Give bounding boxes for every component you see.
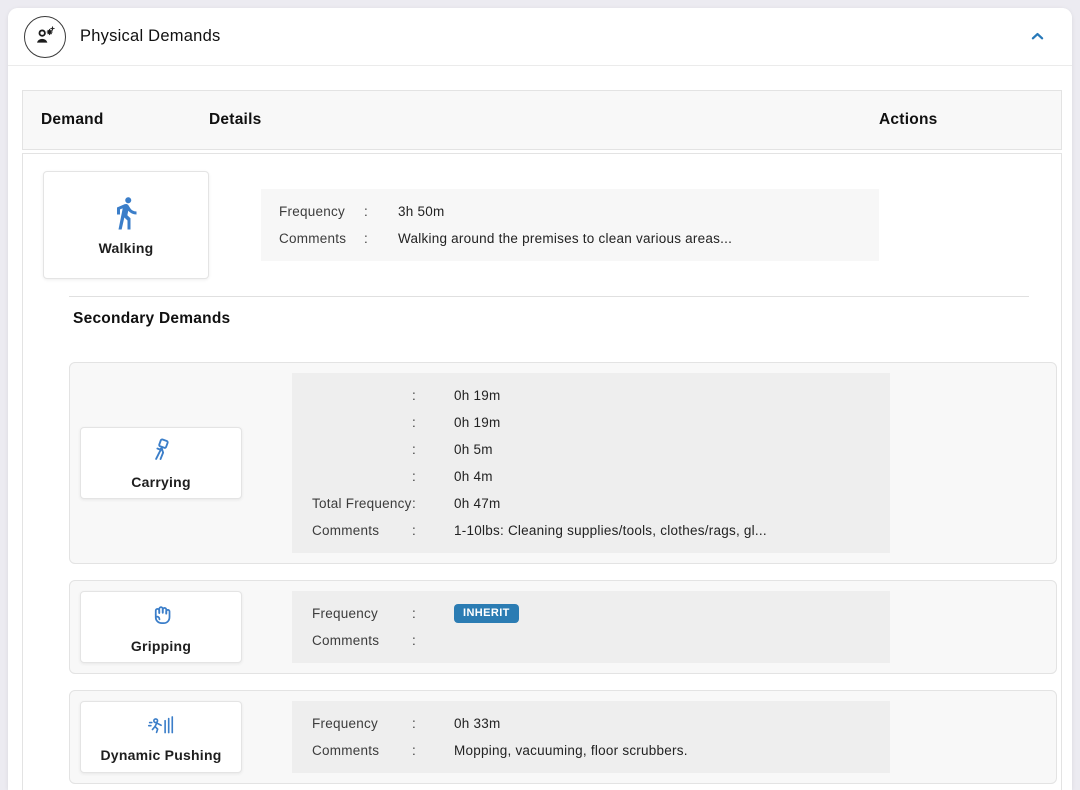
details-box-carrying: : 0h 19m : 0h 19m : 0h 5m bbox=[292, 373, 890, 553]
chevron-up-icon[interactable] bbox=[1029, 28, 1046, 45]
detail-value: 0h 19m bbox=[454, 388, 890, 403]
demand-tile-label: Gripping bbox=[131, 638, 191, 654]
section-content: Demand Details Actions Walking Fre bbox=[8, 66, 1072, 790]
colon: : bbox=[412, 388, 454, 403]
detail-row: : 0h 19m bbox=[312, 382, 890, 409]
detail-row: Total Frequency : 0h 47m bbox=[312, 490, 890, 517]
detail-label: Frequency bbox=[312, 606, 412, 621]
demand-tile-label: Carrying bbox=[131, 474, 191, 490]
colon: : bbox=[364, 204, 398, 219]
secondary-demand-dynamic-pushing: Dynamic Pushing Frequency : 0h 33m Comme… bbox=[69, 690, 1057, 784]
detail-value: 0h 5m bbox=[454, 442, 890, 457]
demand-tile-label: Walking bbox=[99, 240, 154, 256]
secondary-demand-gripping: Gripping Frequency : INHERIT Comments : bbox=[69, 580, 1057, 674]
detail-value: Walking around the premises to clean var… bbox=[398, 231, 879, 246]
demand-tile-gripping[interactable]: Gripping bbox=[80, 591, 242, 663]
detail-label: Frequency bbox=[312, 716, 412, 731]
gripping-icon bbox=[147, 601, 175, 629]
detail-row: : 0h 4m bbox=[312, 463, 890, 490]
detail-value: 0h 4m bbox=[454, 469, 890, 484]
table-body: Walking Frequency : 3h 50m Comments : Wa… bbox=[22, 153, 1062, 790]
colon: : bbox=[412, 633, 454, 648]
secondary-demand-carrying: Carrying : 0h 19m : 0h 19m bbox=[69, 362, 1057, 564]
detail-label: Comments bbox=[312, 633, 412, 648]
detail-row: Frequency : INHERIT bbox=[312, 600, 890, 627]
carrying-icon bbox=[147, 437, 175, 465]
physical-demands-panel: Physical Demands Demand Details Actions bbox=[8, 8, 1072, 790]
detail-row: : 0h 5m bbox=[312, 436, 890, 463]
colon: : bbox=[364, 231, 398, 246]
detail-row: Comments : Walking around the premises t… bbox=[279, 225, 879, 252]
details-box-dynamic-pushing: Frequency : 0h 33m Comments : Mopping, v… bbox=[292, 701, 890, 773]
detail-label: Comments bbox=[312, 743, 412, 758]
colon: : bbox=[412, 606, 454, 621]
detail-row: Comments : Mopping, vacuuming, floor scr… bbox=[312, 737, 890, 764]
detail-value: 0h 47m bbox=[454, 496, 890, 511]
table-header: Demand Details Actions bbox=[22, 90, 1062, 150]
secondary-demands-list: Carrying : 0h 19m : 0h 19m bbox=[69, 362, 1057, 790]
colon: : bbox=[412, 469, 454, 484]
demand-row-walking: Walking Frequency : 3h 50m Comments : Wa… bbox=[43, 171, 1035, 279]
column-header-actions: Actions bbox=[861, 111, 1061, 129]
column-header-details: Details bbox=[191, 111, 861, 129]
dynamic-pushing-icon bbox=[146, 712, 176, 738]
detail-value: Mopping, vacuuming, floor scrubbers. bbox=[454, 743, 890, 758]
colon: : bbox=[412, 523, 454, 538]
colon: : bbox=[412, 496, 454, 511]
inherit-badge: INHERIT bbox=[454, 604, 519, 623]
column-header-demand: Demand bbox=[23, 111, 191, 129]
detail-row: Frequency : 0h 33m bbox=[312, 710, 890, 737]
detail-value: 1-10lbs: Cleaning supplies/tools, clothe… bbox=[454, 523, 890, 538]
walking-icon bbox=[108, 195, 144, 231]
detail-value: 0h 19m bbox=[454, 415, 890, 430]
detail-row: Comments : 1-10lbs: Cleaning supplies/to… bbox=[312, 517, 890, 544]
details-box-walking: Frequency : 3h 50m Comments : Walking ar… bbox=[261, 189, 879, 261]
demand-tile-walking[interactable]: Walking bbox=[43, 171, 209, 279]
detail-row: : 0h 19m bbox=[312, 409, 890, 436]
detail-row: Frequency : 3h 50m bbox=[279, 198, 879, 225]
detail-label: Frequency bbox=[279, 204, 364, 219]
detail-value: INHERIT bbox=[454, 604, 890, 623]
demand-tile-label: Dynamic Pushing bbox=[100, 747, 221, 763]
colon: : bbox=[412, 442, 454, 457]
secondary-demands-heading: Secondary Demands bbox=[73, 310, 1035, 328]
colon: : bbox=[412, 716, 454, 731]
detail-value: 3h 50m bbox=[398, 204, 879, 219]
accordion-header[interactable]: Physical Demands bbox=[8, 8, 1072, 66]
person-settings-icon bbox=[24, 16, 66, 58]
row-divider bbox=[69, 296, 1029, 297]
demand-tile-dynamic-pushing[interactable]: Dynamic Pushing bbox=[80, 701, 242, 773]
detail-label: Comments bbox=[312, 523, 412, 538]
detail-row: Comments : bbox=[312, 627, 890, 654]
colon: : bbox=[412, 415, 454, 430]
details-box-gripping: Frequency : INHERIT Comments : bbox=[292, 591, 890, 663]
demand-tile-carrying[interactable]: Carrying bbox=[80, 427, 242, 499]
detail-value: 0h 33m bbox=[454, 716, 890, 731]
detail-label: Total Frequency bbox=[312, 496, 412, 511]
detail-label: Comments bbox=[279, 231, 364, 246]
section-title: Physical Demands bbox=[80, 27, 220, 46]
colon: : bbox=[412, 743, 454, 758]
